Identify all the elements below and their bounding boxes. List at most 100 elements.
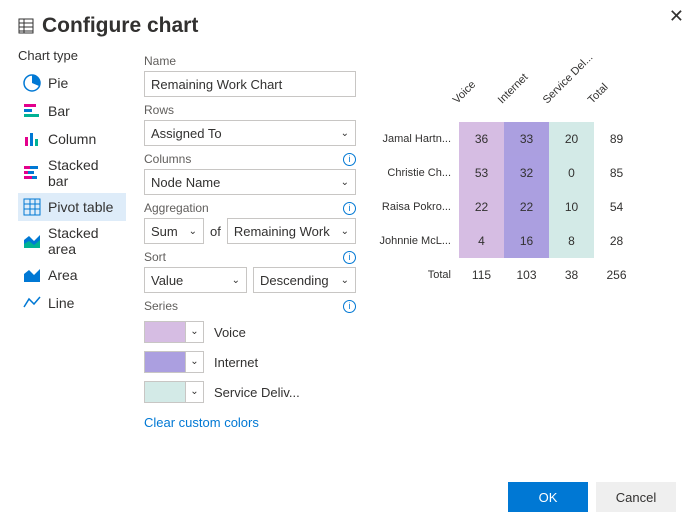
chart-preview: VoiceInternetService Del...TotalJamal Ha… [374, 48, 676, 292]
info-icon[interactable]: i [343, 251, 356, 264]
pivot-cell: 36 [459, 122, 504, 156]
pivot-col-header: Total [586, 66, 646, 126]
columns-select[interactable]: Node Name ⌄ [144, 169, 356, 195]
chart-type-stacked-area[interactable]: Stacked area [18, 221, 126, 261]
chart-type-line[interactable]: Line [18, 289, 126, 317]
info-icon[interactable]: i [343, 300, 356, 313]
chart-type-label: Pivot table [48, 199, 113, 215]
chevron-down-icon: ⌄ [341, 226, 349, 237]
pivot-cell: 16 [504, 224, 549, 258]
chevron-down-icon: ⌄ [341, 128, 349, 139]
column-icon [22, 129, 42, 149]
chart-type-label: Area [48, 267, 78, 283]
name-input[interactable] [144, 71, 356, 97]
pivot-total-cell: 103 [504, 258, 549, 292]
aggregation-op-value: Sum [151, 224, 178, 239]
pivot-cell: 22 [459, 190, 504, 224]
aggregation-field-value: Remaining Work [234, 224, 330, 239]
pivot-cell: 22 [504, 190, 549, 224]
pie-icon [22, 73, 42, 93]
chart-type-label: Line [48, 295, 74, 311]
chart-type-label: Stacked bar [48, 157, 122, 189]
chevron-down-icon: ⌄ [185, 382, 203, 402]
pivot-cell: 4 [459, 224, 504, 258]
series-row: ⌄ Voice [144, 321, 356, 343]
series-label-heading: Series [144, 299, 178, 313]
series-color-picker[interactable]: ⌄ [144, 351, 204, 373]
aggregation-label: Aggregation [144, 201, 209, 215]
pivot-total-cell: 115 [459, 258, 504, 292]
sort-dir-select[interactable]: Descending ⌄ [253, 267, 356, 293]
aggregation-field-select[interactable]: Remaining Work ⌄ [227, 218, 356, 244]
bar-icon [22, 101, 42, 121]
sort-by-value: Value [151, 273, 183, 288]
series-color-picker[interactable]: ⌄ [144, 381, 204, 403]
sort-by-select[interactable]: Value ⌄ [144, 267, 247, 293]
pivot-total-cell: 38 [549, 258, 594, 292]
pivot-cell: 28 [594, 224, 639, 258]
pivot-cell: 85 [594, 156, 639, 190]
chart-type-pivot-table[interactable]: Pivot table [18, 193, 126, 221]
pivot-row-header: Johnnie McL... [374, 224, 459, 258]
chart-type-sidebar: Chart type Pie Bar Column Stacked bar Pi… [18, 48, 126, 317]
pivot-cell: 89 [594, 122, 639, 156]
chart-type-label: Bar [48, 103, 70, 119]
pivot-cell: 32 [504, 156, 549, 190]
pivot-row-header: Jamal Hartn... [374, 122, 459, 156]
pivot-cell: 8 [549, 224, 594, 258]
of-text: of [210, 224, 221, 239]
chart-type-label: Stacked area [48, 225, 122, 257]
chart-config-icon [18, 18, 34, 34]
series-row: ⌄Service Deliv... [144, 381, 356, 403]
cancel-button[interactable]: Cancel [596, 482, 676, 512]
info-icon[interactable]: i [343, 153, 356, 166]
pivot-table-icon [22, 197, 42, 217]
stacked-bar-icon [22, 163, 42, 183]
chart-type-label: Column [48, 131, 96, 147]
name-label: Name [144, 54, 176, 68]
pivot-row-header: Christie Ch... [374, 156, 459, 190]
pivot-total-cell: 256 [594, 258, 639, 292]
chevron-down-icon: ⌄ [185, 322, 203, 342]
series-label: Voice [214, 325, 246, 340]
aggregation-op-select[interactable]: Sum ⌄ [144, 218, 204, 244]
stacked-area-icon [22, 231, 42, 251]
sort-label: Sort [144, 250, 166, 264]
pivot-cell: 54 [594, 190, 639, 224]
chart-type-pie[interactable]: Pie [18, 69, 126, 97]
ok-button[interactable]: OK [508, 482, 588, 512]
chevron-down-icon: ⌄ [232, 275, 240, 286]
dialog-title: Configure chart [42, 14, 198, 38]
line-icon [22, 293, 42, 313]
chevron-down-icon: ⌄ [341, 275, 349, 286]
area-icon [22, 265, 42, 285]
chevron-down-icon: ⌄ [189, 226, 197, 237]
pivot-cell: 33 [504, 122, 549, 156]
series-label: Internet [214, 355, 258, 370]
chart-type-area[interactable]: Area [18, 261, 126, 289]
chart-type-bar[interactable]: Bar [18, 97, 126, 125]
pivot-row-header: Raisa Pokro... [374, 190, 459, 224]
pivot-cell: 0 [549, 156, 594, 190]
pivot-cell: 20 [549, 122, 594, 156]
chart-type-heading: Chart type [18, 48, 126, 63]
pivot-cell: 10 [549, 190, 594, 224]
columns-label: Columns [144, 152, 191, 166]
series-row: ⌄ Internet [144, 351, 356, 373]
columns-value: Node Name [151, 175, 220, 190]
pivot-total-label: Total [374, 258, 459, 292]
chart-type-column[interactable]: Column [18, 125, 126, 153]
rows-value: Assigned To [151, 126, 222, 141]
rows-label: Rows [144, 103, 174, 117]
chevron-down-icon: ⌄ [341, 177, 349, 188]
info-icon[interactable]: i [343, 202, 356, 215]
series-color-picker[interactable]: ⌄ [144, 321, 204, 343]
chart-type-stacked-bar[interactable]: Stacked bar [18, 153, 126, 193]
clear-custom-colors-link[interactable]: Clear custom colors [144, 415, 356, 430]
config-form: Name Rows Assigned To ⌄ Columns i Node Nam… [144, 48, 356, 430]
rows-select[interactable]: Assigned To ⌄ [144, 120, 356, 146]
close-icon[interactable]: ✕ [669, 6, 684, 27]
pivot-cell: 53 [459, 156, 504, 190]
sort-dir-value: Descending [260, 273, 329, 288]
chevron-down-icon: ⌄ [185, 352, 203, 372]
